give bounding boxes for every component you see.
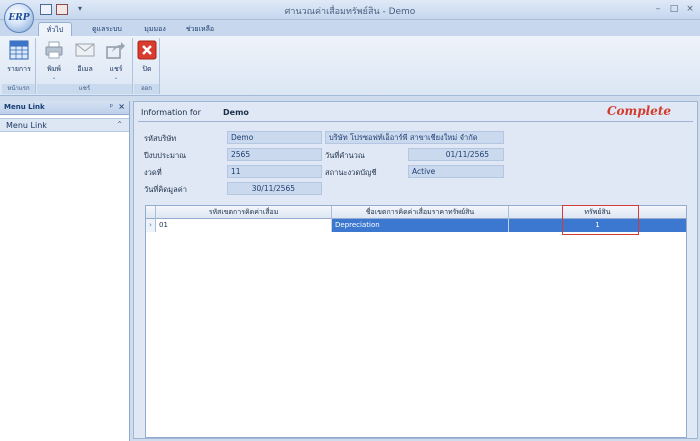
period-label: งวดที่ [144, 168, 162, 177]
grid-list-icon [9, 40, 29, 60]
grid-header-name[interactable]: ชื่อเขตการคิดค่าเสื่อมราคาทรัพย์สิน [332, 206, 509, 219]
email-button[interactable]: อีเมล [70, 40, 100, 82]
cell-code[interactable]: 01 [156, 219, 332, 232]
assets-column-highlight-box [562, 205, 639, 235]
info-for-value: Demo [223, 108, 249, 117]
list-button-label: รายการ [7, 65, 31, 73]
period-status-label: สถานะงวดบัญชี [325, 168, 377, 177]
share-button[interactable]: แชร์ ⌄ [101, 40, 131, 82]
menu-link-panel: Menu Link ᵖ × Menu Link ⌃ [0, 101, 130, 441]
row-indicator-icon: › [146, 219, 156, 232]
erp-logo-text: ERP [8, 13, 30, 23]
fiscal-year-label: ปีงบประมาณ [144, 151, 187, 160]
tab-help[interactable]: ช่วยเหลือ [178, 22, 222, 36]
value-date-field[interactable]: 30/11/2565 [227, 182, 322, 195]
tab-view[interactable]: มุมมอง [138, 22, 172, 36]
share-icon [106, 42, 125, 59]
close-button-label: ปิด [142, 65, 152, 73]
tab-admin[interactable]: ดูแลระบบ [80, 22, 134, 36]
list-button[interactable]: รายการ [4, 40, 34, 82]
period-field[interactable]: 11 [227, 165, 322, 178]
menu-link-item[interactable]: Menu Link ⌃ [0, 118, 129, 132]
main-content: Information for Demo Complete รหัสบริษัท… [133, 101, 698, 439]
calc-date-field[interactable]: 01/11/2565 [408, 148, 504, 161]
menu-link-item-label: Menu Link [6, 121, 47, 130]
chevron-up-icon[interactable]: ⌃ [116, 120, 123, 129]
company-code-label: รหัสบริษัท [144, 134, 177, 143]
info-for-label: Information for [141, 108, 201, 117]
company-code-field[interactable]: Demo [227, 131, 322, 144]
fiscal-year-field[interactable]: 2565 [227, 148, 322, 161]
close-red-icon [137, 40, 157, 60]
printer-icon [45, 41, 63, 59]
cell-name[interactable]: Depreciation [332, 219, 509, 232]
minimize-button[interactable]: – [652, 3, 664, 15]
ribbon-group-share-label: แชร์ [37, 84, 132, 94]
ribbon-group-exit-label: ออก [134, 84, 159, 94]
period-status-field: Active [408, 165, 504, 178]
share-dropdown-icon: ⌄ [113, 74, 119, 81]
menu-link-panel-header: Menu Link ᵖ × [0, 101, 129, 115]
erp-logo-icon[interactable]: ERP [4, 3, 34, 33]
panel-close-icon[interactable]: × [118, 102, 125, 111]
email-icon [75, 43, 95, 57]
close-button[interactable]: ปิด [132, 40, 162, 82]
pin-icon[interactable]: ᵖ [110, 102, 113, 111]
menu-link-panel-title: Menu Link [4, 103, 45, 111]
header-divider [138, 121, 693, 122]
tab-general[interactable]: ทั่วไป [38, 22, 72, 36]
print-button[interactable]: พิมพ์ ⌄ [39, 40, 69, 82]
grid-header-code[interactable]: รหัสเขตการคิดค่าเสื่อม [156, 206, 332, 219]
ribbon-group-home-label: หน้าแรก [2, 84, 35, 94]
ribbon-group-exit: ปิด ออก [134, 38, 160, 94]
title-bar: ERP ▾ ศานวณค่าเสื่อมทรัพย์สิน - Demo – □… [0, 0, 700, 33]
ribbon: รายการ หน้าแรก พิมพ์ ⌄ อีเมล แชร์ ⌄ แชร์… [0, 36, 700, 96]
ribbon-tabs: ทั่วไป ดูแลระบบ มุมมอง ช่วยเหลือ [0, 20, 700, 36]
depreciation-grid: รหัสเขตการคิดค่าเสื่อม ชื่อเขตการคิดค่าเ… [145, 205, 687, 438]
info-bar: Information for Demo Complete [134, 102, 697, 122]
ribbon-group-share: พิมพ์ ⌄ อีเมล แชร์ ⌄ แชร์ [37, 38, 133, 94]
print-dropdown-icon: ⌄ [51, 74, 57, 81]
calc-date-label: วันที่คำนวณ [325, 151, 365, 160]
close-window-button[interactable]: × [684, 3, 696, 15]
email-button-label: อีเมล [77, 65, 93, 73]
ribbon-group-home: รายการ หน้าแรก [2, 38, 36, 94]
company-name-field: บริษัท โปรซอฟท์เอ็อาร์พี สาขาเชียงใหม่ จ… [325, 131, 504, 144]
grid-header-corner [146, 206, 156, 219]
status-label: Complete [606, 104, 671, 118]
maximize-button[interactable]: □ [668, 3, 680, 15]
window-title: ศานวณค่าเสื่อมทรัพย์สิน - Demo [284, 7, 416, 17]
value-date-label: วันที่คิดมูลค่า [144, 185, 187, 194]
